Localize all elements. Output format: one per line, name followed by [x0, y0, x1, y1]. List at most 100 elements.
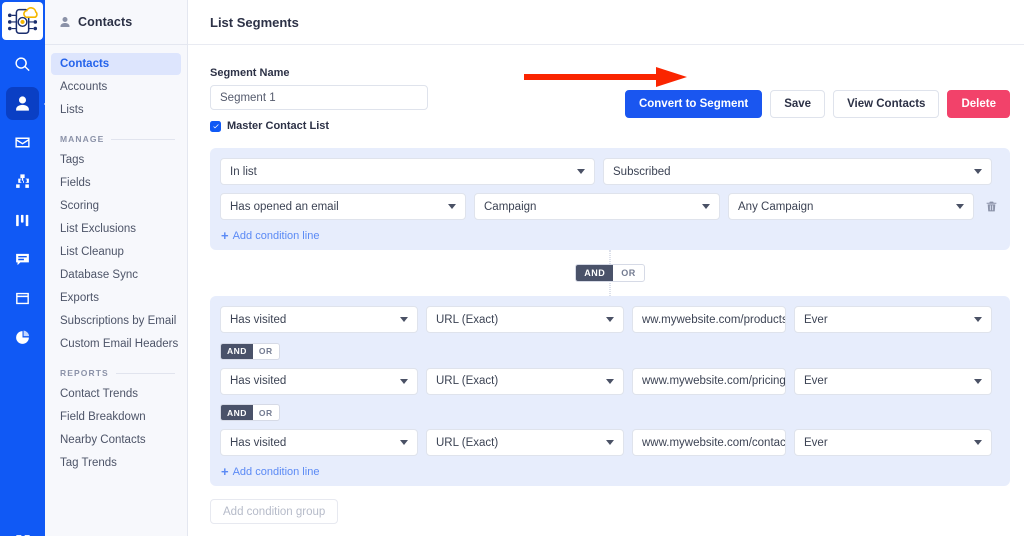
sidebar-item-list-cleanup[interactable]: List Cleanup [51, 241, 181, 263]
sidebar-section-reports: REPORTS [51, 356, 181, 383]
group-and-or-toggle[interactable]: AND OR [575, 264, 645, 282]
add-condition-line-button-2[interactable]: + Add condition line [220, 465, 319, 478]
view-contacts-button[interactable]: View Contacts [833, 90, 940, 118]
condition-operand-select[interactable]: URL (Exact) [426, 367, 624, 395]
condition-operand-select[interactable]: URL (Exact) [426, 429, 624, 456]
condition-row: Has visited URL (Exact) www.mywebsite.co… [220, 429, 1000, 456]
delete-condition-icon[interactable] [982, 197, 1000, 217]
convert-to-segment-button[interactable]: Convert to Segment [624, 90, 763, 118]
automation-icon[interactable] [6, 165, 39, 198]
email-icon[interactable] [6, 126, 39, 159]
condition-type-select[interactable]: Has visited [220, 367, 418, 395]
row-or-option[interactable]: OR [253, 405, 279, 420]
sidebar-item-exports[interactable]: Exports [51, 287, 181, 309]
select-value: Any Campaign [738, 200, 814, 213]
condition-row: Has visited URL (Exact) www.mywebsite.co… [220, 367, 1000, 395]
add-condition-group-button[interactable]: Add condition group [210, 499, 339, 524]
chevron-down-icon [400, 378, 408, 384]
row-or-option[interactable]: OR [253, 344, 279, 359]
sidebar-item-tags[interactable]: Tags [51, 149, 181, 171]
sidebar-item-contact-trends[interactable]: Contact Trends [51, 383, 181, 405]
select-value: URL (Exact) [436, 436, 499, 449]
sidebar-section-reports-label: REPORTS [60, 368, 109, 378]
select-value: URL (Exact) [436, 375, 499, 387]
sidebar-item-list-exclusions[interactable]: List Exclusions [51, 218, 181, 240]
sidebar-item-scoring[interactable]: Scoring [51, 195, 181, 217]
condition-operand-select[interactable]: Campaign [474, 193, 720, 220]
chevron-down-icon [606, 378, 614, 384]
save-button[interactable]: Save [770, 90, 826, 118]
sidebar-section-manage-label: MANAGE [60, 134, 105, 144]
condition-type-select[interactable]: Has visited [220, 429, 418, 456]
condition-operand-select[interactable]: URL (Exact) [426, 306, 624, 333]
chevron-down-icon [974, 317, 982, 322]
condition-url-input[interactable]: ww.mywebsite.com/products [632, 306, 786, 333]
select-value: In list [230, 165, 257, 178]
select-value: Subscribed [613, 165, 671, 178]
select-value: Ever [804, 313, 828, 326]
main-content: List Segments Convert to Segment Save Vi… [188, 0, 1024, 536]
group-and-option[interactable]: AND [576, 265, 614, 281]
select-value: Has visited [230, 313, 287, 326]
sidebar-item-tag-trends[interactable]: Tag Trends [51, 452, 181, 474]
reports-icon[interactable] [6, 321, 39, 354]
chevron-down-icon [606, 317, 614, 322]
master-contact-list-checkbox[interactable] [210, 120, 221, 132]
contacts-icon[interactable] [6, 87, 39, 120]
app-logo[interactable] [2, 2, 43, 40]
secondary-sidebar: Contacts Contacts Accounts Lists MANAGE … [45, 0, 188, 536]
person-icon [60, 17, 70, 27]
condition-timeframe-select[interactable]: Ever [794, 429, 992, 456]
condition-type-select[interactable]: Has opened an email [220, 193, 466, 220]
chevron-down-icon [577, 169, 585, 174]
rail-bottom-icon[interactable] [13, 528, 33, 536]
condition-timeframe-select[interactable]: Ever [794, 306, 992, 333]
add-condition-line-label: Add condition line [232, 229, 320, 242]
sidebar-item-field-breakdown[interactable]: Field Breakdown [51, 406, 181, 428]
condition-type-select[interactable]: Has visited [220, 306, 418, 333]
pipeline-icon[interactable] [6, 204, 39, 237]
condition-url-input[interactable]: www.mywebsite.com/pricing [632, 367, 786, 395]
select-value: Has visited [230, 375, 287, 387]
sidebar-item-database-sync[interactable]: Database Sync [51, 264, 181, 286]
app-logo-icon [7, 7, 38, 35]
segment-name-input[interactable] [210, 85, 428, 110]
row-and-or-toggle[interactable]: AND OR [220, 342, 280, 360]
sidebar-header-title: Contacts [78, 15, 133, 29]
sidebar-item-custom-email-headers[interactable]: Custom Email Headers [51, 333, 181, 355]
sidebar-item-accounts[interactable]: Accounts [51, 76, 181, 98]
master-contact-list-row[interactable]: Master Contact List [210, 120, 1010, 132]
condition-value-select[interactable]: Subscribed [603, 158, 992, 185]
chevron-down-icon [956, 204, 964, 209]
select-value: Ever [804, 436, 828, 449]
condition-type-select[interactable]: In list [220, 158, 595, 185]
chat-icon[interactable] [6, 243, 39, 276]
divider-line [115, 372, 175, 374]
sidebar-section-manage: MANAGE [51, 122, 181, 149]
select-value: Has opened an email [230, 200, 339, 213]
sidebar-item-contacts[interactable]: Contacts [51, 53, 181, 75]
sidebar-item-fields[interactable]: Fields [51, 172, 181, 194]
pages-icon[interactable] [6, 282, 39, 315]
row-and-or-toggle[interactable]: AND OR [220, 404, 280, 421]
check-icon [212, 124, 219, 129]
sidebar-item-nearby-contacts[interactable]: Nearby Contacts [51, 429, 181, 451]
condition-row: Has opened an email Campaign Any Campaig… [220, 193, 1000, 220]
group-or-option[interactable]: OR [613, 265, 644, 281]
app-root: Contacts Contacts Accounts Lists MANAGE … [0, 0, 1024, 536]
group-joiner: AND OR [210, 250, 1010, 296]
search-icon[interactable] [6, 48, 39, 81]
condition-timeframe-select[interactable]: Ever [794, 367, 992, 395]
delete-button[interactable]: Delete [947, 90, 1010, 118]
sidebar-item-subscriptions-by-email[interactable]: Subscriptions by Email [51, 310, 181, 332]
sidebar-item-lists[interactable]: Lists [51, 99, 181, 121]
condition-value-select[interactable]: Any Campaign [728, 193, 974, 220]
sidebar-header: Contacts [45, 0, 187, 45]
condition-url-input[interactable]: www.mywebsite.com/contact [632, 429, 786, 456]
chevron-down-icon [974, 169, 982, 174]
row-and-option[interactable]: AND [221, 405, 253, 420]
add-condition-line-button-1[interactable]: + Add condition line [220, 229, 319, 242]
row-and-option[interactable]: AND [221, 343, 253, 359]
page-actions: Convert to Segment Save View Contacts De… [624, 90, 1010, 118]
rail-icon-list [6, 48, 39, 360]
